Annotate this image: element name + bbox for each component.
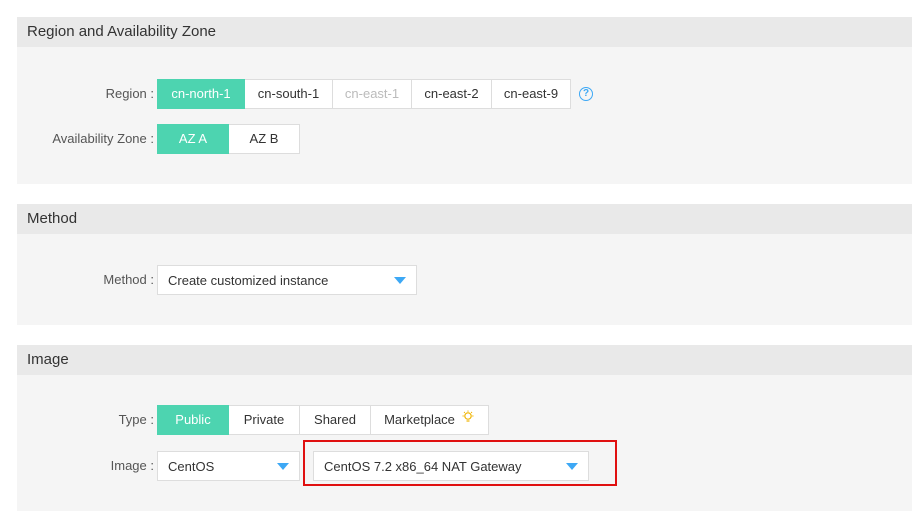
image-section: Image Type : Public Private Shared Marke… [17,345,912,511]
method-section: Method Method : Create customized instan… [17,204,912,325]
lightbulb-icon [461,405,475,435]
az-selector: AZ A AZ B [157,124,300,154]
question-circle-icon[interactable]: ? [579,87,593,101]
section-title-image: Image [17,345,912,375]
region-option-cn-east-1: cn-east-1 [333,79,412,109]
method-dropdown[interactable]: Create customized instance [157,265,417,295]
region-label: Region : [105,86,154,101]
az-option-b[interactable]: AZ B [229,124,300,154]
type-label: Type : [118,412,154,427]
os-dropdown[interactable]: CentOS [157,451,300,481]
type-option-private[interactable]: Private [229,405,300,435]
region-selector: cn-north-1 cn-south-1 cn-east-1 cn-east-… [157,79,571,109]
marketplace-label: Marketplace [384,412,455,427]
method-label: Method : [103,272,154,287]
region-option-cn-north-1[interactable]: cn-north-1 [157,79,245,109]
highlight-annotation [303,440,617,486]
method-dropdown-value: Create customized instance [168,272,329,288]
type-option-marketplace[interactable]: Marketplace [371,405,489,435]
availability-zone-label: Availability Zone : [52,131,154,146]
region-az-section: Region and Availability Zone Region : cn… [17,17,912,184]
chevron-down-icon [277,462,289,470]
image-label: Image : [110,458,154,473]
os-dropdown-value: CentOS [168,458,215,474]
section-title-method: Method [17,204,912,234]
az-option-a[interactable]: AZ A [157,124,229,154]
type-option-shared[interactable]: Shared [300,405,371,435]
region-option-cn-east-9[interactable]: cn-east-9 [492,79,571,109]
section-title-region: Region and Availability Zone [17,17,912,47]
type-option-public[interactable]: Public [157,405,229,435]
region-option-cn-south-1[interactable]: cn-south-1 [245,79,333,109]
image-type-selector: Public Private Shared Marketplace [157,405,489,435]
region-option-cn-east-2[interactable]: cn-east-2 [412,79,492,109]
chevron-down-icon [394,276,406,284]
